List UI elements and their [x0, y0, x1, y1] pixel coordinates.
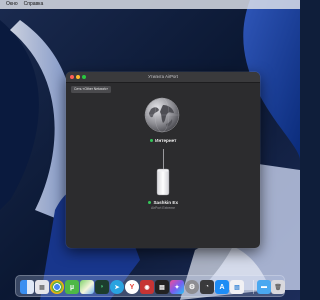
- menu-item-window[interactable]: Окно: [6, 0, 18, 9]
- internet-label-text: Интернет: [155, 138, 177, 143]
- maps-icon[interactable]: [80, 280, 94, 294]
- utorrent-icon[interactable]: µ: [65, 280, 79, 294]
- claquette-icon[interactable]: ▤: [155, 280, 169, 294]
- device-name: Sashkin Ex: [153, 200, 178, 205]
- system-preferences-icon[interactable]: ⚙: [185, 280, 199, 294]
- chrome-icon[interactable]: [50, 280, 64, 294]
- airport-utility-window: Утилита AirPort Сеть «Other Network» Инт…: [66, 72, 260, 248]
- menu-item-help[interactable]: Справка: [24, 0, 44, 9]
- airport-utility-icon[interactable]: ◔: [200, 280, 214, 294]
- status-ok-dot: [147, 200, 152, 205]
- network-selector[interactable]: Сеть «Other Network»: [71, 86, 112, 93]
- trash-icon[interactable]: 🗑: [271, 280, 285, 294]
- vpn-icon[interactable]: ◗: [95, 280, 109, 294]
- menu-bar: Окно Справка: [0, 0, 300, 9]
- window-title: Утилита AirPort: [148, 74, 178, 79]
- photo-booth-icon[interactable]: ◉: [140, 280, 154, 294]
- internet-status-label: Интернет: [66, 138, 260, 143]
- status-ok-dot: [149, 138, 154, 143]
- telegram-icon[interactable]: ➤: [110, 280, 124, 294]
- internet-globe-icon[interactable]: [144, 97, 180, 133]
- yandex-icon[interactable]: Y: [125, 280, 139, 294]
- airport-extreme-base-station-icon[interactable]: [155, 168, 171, 196]
- final-cut-icon[interactable]: ✦: [170, 280, 184, 294]
- device-status-label: Sashkin Ex: [66, 200, 260, 205]
- dock-separator: [253, 280, 254, 294]
- device-model: AirPort Extreme: [151, 206, 175, 210]
- launchpad-icon[interactable]: ▦: [35, 280, 49, 294]
- dock: ▦ µ ◗ ➤ Y ◉ ▤ ✦ ⚙ ◔ A ▧ ▬ 🗑: [15, 275, 285, 297]
- preview-icon[interactable]: ▧: [230, 280, 244, 294]
- finder-icon[interactable]: [20, 280, 34, 294]
- folder-icon[interactable]: ▬: [257, 280, 271, 294]
- app-store-icon[interactable]: A: [215, 280, 229, 294]
- window-titlebar[interactable]: Утилита AirPort: [66, 72, 260, 83]
